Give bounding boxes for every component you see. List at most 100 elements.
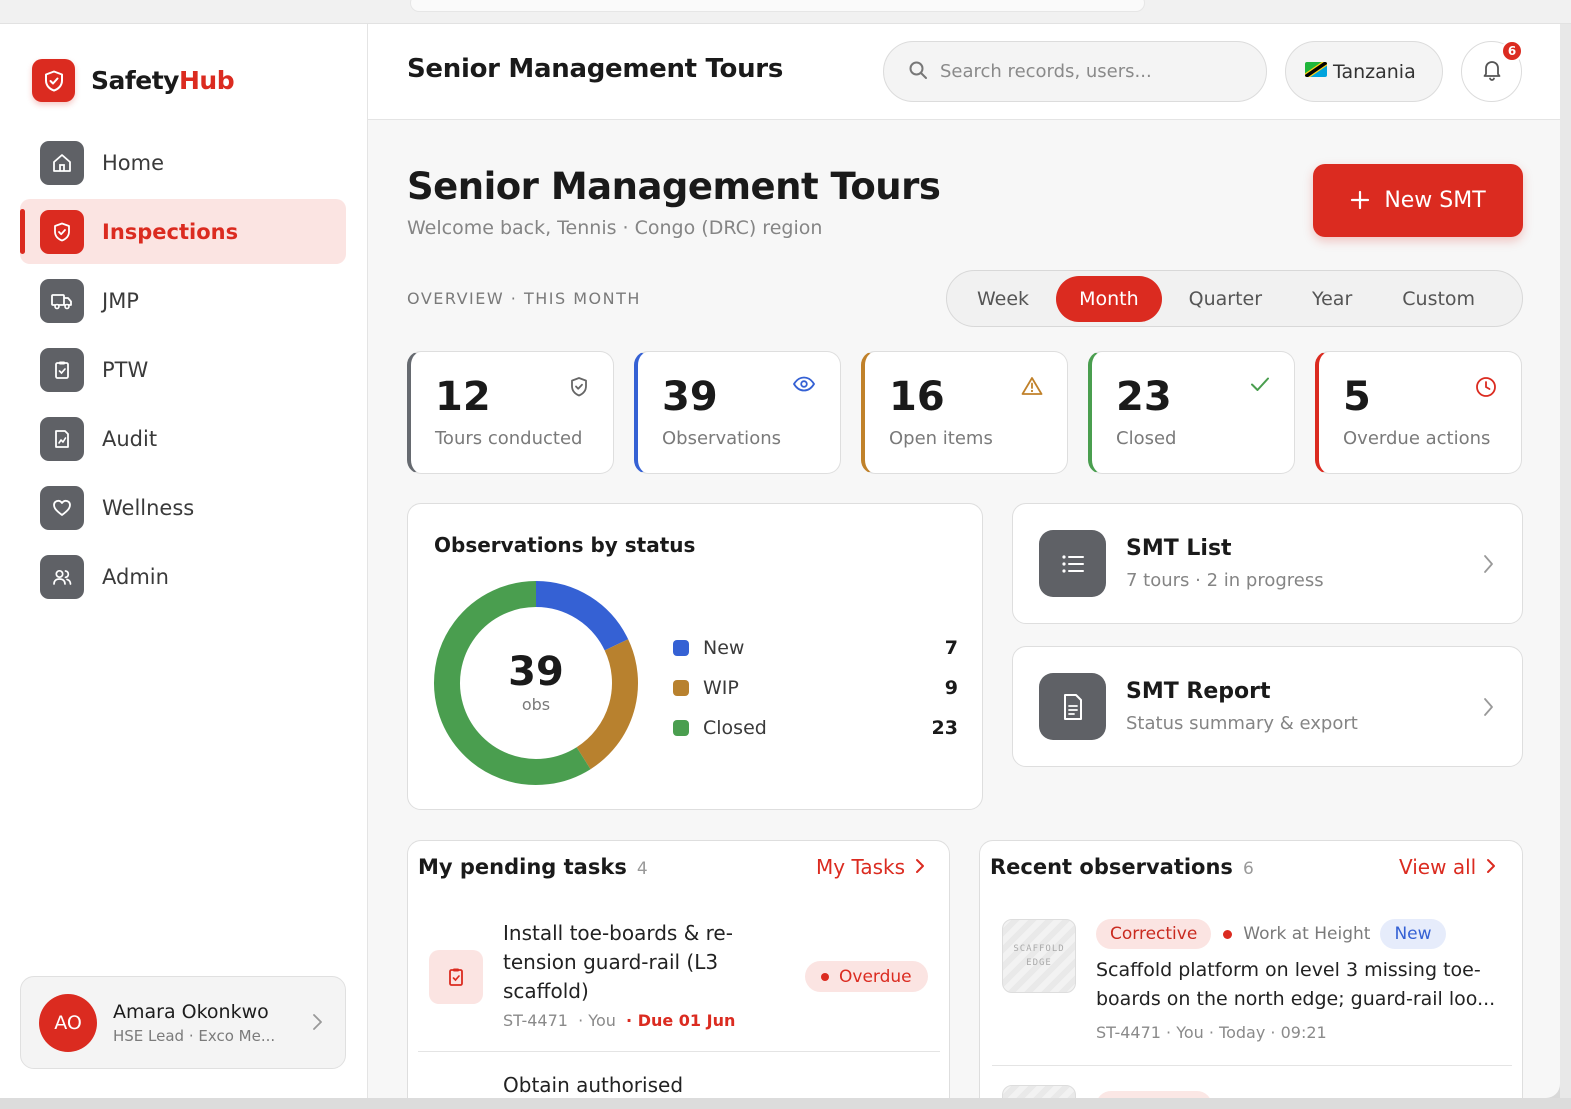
browser-top-strip [0, 0, 1571, 24]
sidebar-item-label: PTW [102, 357, 149, 382]
sidebar-item-label: Audit [102, 426, 158, 451]
search-input[interactable] [940, 61, 1240, 82]
plus-icon [1350, 183, 1370, 218]
observation-meta: ST-4471 · You · Today · 09:21 [1096, 1023, 1327, 1042]
audit-icon [40, 416, 84, 461]
period-month[interactable]: Month [1056, 275, 1162, 322]
notification-count-badge: 6 [1501, 40, 1523, 62]
sidebar-item-inspections[interactable]: Inspections [20, 199, 346, 264]
chevron-right-icon [1482, 554, 1494, 578]
app-logo[interactable]: SafetyHub [32, 59, 235, 102]
sidebar-item-wellness[interactable]: Wellness [20, 475, 346, 540]
country-name: Tanzania [1333, 60, 1416, 83]
eye-icon [792, 376, 816, 396]
task-title: Install toe-boards & re-tension guard-ra… [503, 921, 733, 1003]
heart-icon [40, 485, 84, 530]
pending-tasks-card: My pending tasks 4 My Tasks Install toe-b… [407, 840, 950, 1098]
divider [992, 1065, 1512, 1066]
card-title: SMT Report [1126, 679, 1271, 704]
user-role: HSE Lead · Exco Me... [113, 1026, 276, 1045]
kpi-row: 12 Tours conducted 39 Observations 16 Op… [407, 351, 1523, 474]
bell-icon [1481, 58, 1503, 86]
user-profile-card[interactable]: AO Amara Okonkwo HSE Lead · Exco Me... [20, 976, 346, 1069]
recent-observations-card: Recent observations 6 View all SCAFFOLD E… [979, 840, 1523, 1098]
status-badge: New [1380, 919, 1446, 949]
legend-swatch [673, 680, 689, 696]
new-smt-button[interactable]: New SMT [1313, 164, 1523, 237]
view-all-link[interactable]: View all [1399, 855, 1496, 879]
kpi-label: Tours conducted [435, 428, 583, 449]
type-badge [1096, 1091, 1212, 1098]
chart-legend: New 7 WIP 9 Closed 23 [673, 628, 958, 748]
observation-text: Scaffold platform on level 3 missing toe… [1096, 959, 1496, 1010]
divider [418, 1051, 940, 1052]
kpi-label: Closed [1116, 428, 1177, 449]
task-title[interactable]: Obtain authorised [503, 1073, 683, 1097]
donut-total: 39 [508, 649, 564, 695]
period-custom[interactable]: Custom [1379, 276, 1498, 322]
card-title: SMT List [1126, 536, 1232, 561]
shield-logo-icon [32, 59, 75, 102]
search-icon [908, 60, 928, 84]
chevron-right-icon [915, 855, 925, 879]
kpi-tours-conducted[interactable]: 12 Tours conducted [407, 351, 614, 474]
kpi-observations[interactable]: 39 Observations [634, 351, 841, 474]
country-selector[interactable]: Tanzania [1285, 41, 1443, 102]
kpi-value: 5 [1343, 374, 1371, 420]
period-year[interactable]: Year [1289, 276, 1375, 322]
browser-address-pill [410, 0, 1145, 12]
kpi-overdue-actions[interactable]: 5 Overdue actions [1315, 351, 1522, 474]
sidebar-item-ptw[interactable]: PTW [20, 337, 346, 402]
overview-label: OVERVIEW · THIS MONTH [407, 289, 641, 308]
legend-row-wip: WIP 9 [673, 668, 958, 708]
truck-icon [40, 278, 84, 323]
chevron-right-icon [311, 1013, 323, 1035]
check-icon [1250, 376, 1270, 396]
main-content: Senior Management Tours Welcome back, Te… [368, 120, 1560, 1098]
kpi-open-items[interactable]: 16 Open items [861, 351, 1068, 474]
sidebar-item-label: Home [102, 150, 165, 175]
legend-label: WIP [703, 677, 739, 699]
legend-value: 9 [944, 677, 958, 699]
sidebar-item-admin[interactable]: Admin [20, 544, 346, 609]
shield-check-icon [569, 376, 589, 402]
sidebar-item-home[interactable]: Home [20, 130, 346, 195]
kpi-label: Overdue actions [1343, 428, 1491, 449]
clipboard-icon [40, 347, 84, 392]
tasks-count: 4 [636, 859, 648, 879]
kpi-label: Open items [889, 428, 993, 449]
window-edge [1560, 24, 1571, 1109]
sidebar-item-label: Wellness [102, 495, 195, 520]
legend-swatch [673, 640, 689, 656]
kpi-value: 39 [662, 374, 718, 420]
my-tasks-link[interactable]: My Tasks [816, 855, 925, 879]
period-week[interactable]: Week [954, 276, 1052, 322]
legend-value: 7 [944, 637, 958, 659]
kpi-closed[interactable]: 23 Closed [1088, 351, 1295, 474]
sidebar-item-label: Inspections [102, 219, 239, 244]
card-subtitle: 7 tours · 2 in progress [1126, 570, 1324, 591]
kpi-value: 16 [889, 374, 945, 420]
sidebar-item-jmp[interactable]: JMP [20, 268, 346, 333]
sidebar-nav: Home Inspections JMP PTW Audit Wellness [20, 130, 346, 613]
clipboard-icon [429, 950, 483, 1004]
sidebar-item-audit[interactable]: Audit [20, 406, 346, 471]
brand-name: SafetyHub [91, 66, 235, 95]
header-title: Senior Management Tours [407, 54, 784, 84]
home-icon [40, 140, 84, 185]
avatar: AO [39, 993, 97, 1052]
observation-tags: Corrective Work at Height New [1096, 919, 1446, 949]
search-box[interactable] [883, 41, 1267, 102]
smt-list-card[interactable]: SMT List 7 tours · 2 in progress [1012, 503, 1523, 624]
task-meta: ST-4471 · You · Due 01 Jun [503, 1011, 736, 1030]
observation-tags-partial [1096, 1091, 1212, 1098]
period-selector: Week Month Quarter Year Custom [946, 270, 1523, 327]
smt-report-card[interactable]: SMT Report Status summary & export [1012, 646, 1523, 767]
donut-center: 39 obs [484, 649, 588, 714]
page-subtitle: Welcome back, Tennis · Congo (DRC) regio… [407, 217, 823, 239]
period-quarter[interactable]: Quarter [1166, 276, 1285, 322]
warning-icon [1021, 376, 1043, 400]
legend-swatch [673, 720, 689, 736]
donut-slice-new [535, 581, 629, 651]
card-subtitle: Status summary & export [1126, 713, 1358, 734]
